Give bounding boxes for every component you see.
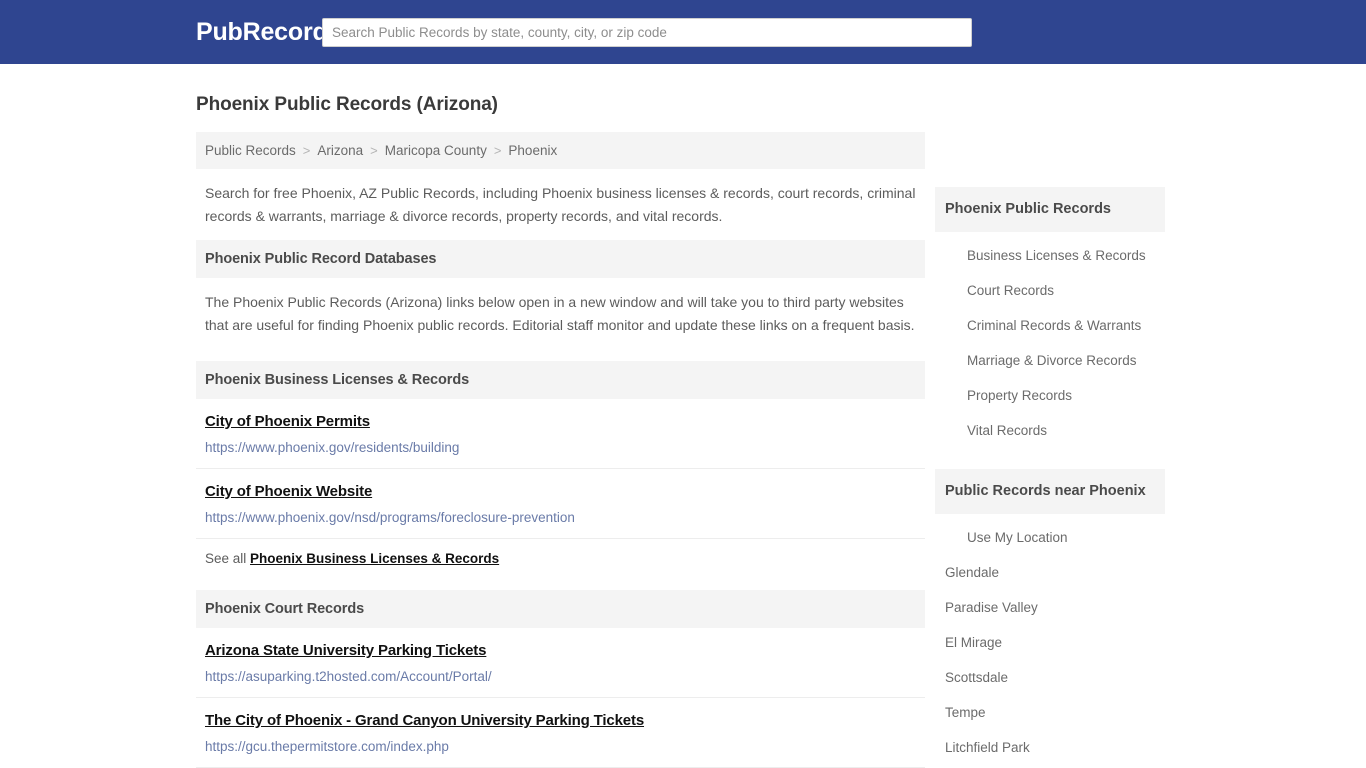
panel-list: Business Licenses & Records Court Record…	[935, 232, 1165, 448]
sidebar-item-vital-records[interactable]: Vital Records	[935, 413, 1165, 448]
breadcrumb-item-arizona[interactable]: Arizona	[317, 143, 363, 158]
site-logo[interactable]: PubRecord.org	[0, 18, 374, 47]
page-body: Phoenix Public Records (Arizona) Public …	[0, 64, 1366, 768]
entry-title-link[interactable]: The City of Phoenix - Grand Canyon Unive…	[205, 712, 644, 729]
link-entry: City of Phoenix Website https://www.phoe…	[196, 469, 925, 539]
panel-list: Use My Location Glendale Paradise Valley…	[935, 514, 1165, 768]
site-header: PubRecord.org	[0, 0, 1366, 64]
sidebar-panel-public-records-near-phoenix: Public Records near Phoenix Use My Locat…	[935, 469, 1165, 768]
databases-heading: Phoenix Public Record Databases	[196, 240, 925, 279]
sidebar-item-paradise-valley[interactable]: Paradise Valley	[935, 590, 1165, 625]
intro-paragraph: Search for free Phoenix, AZ Public Recor…	[205, 185, 916, 224]
search-input[interactable]	[322, 17, 972, 47]
link-entry: The City of Phoenix - Grand Canyon Unive…	[196, 698, 925, 768]
sidebar-item-el-mirage[interactable]: El Mirage	[935, 625, 1165, 660]
breadcrumb-separator: >	[370, 143, 378, 158]
sidebar-item-court-records[interactable]: Court Records	[935, 273, 1165, 308]
entry-url-link[interactable]: https://www.phoenix.gov/nsd/programs/for…	[205, 510, 916, 525]
main-column: Phoenix Public Records (Arizona) Public …	[196, 64, 925, 768]
entry-title-link[interactable]: City of Phoenix Website	[205, 483, 372, 500]
databases-paragraph: The Phoenix Public Records (Arizona) lin…	[205, 294, 915, 334]
panel-heading: Phoenix Public Records	[935, 187, 1165, 233]
see-all-prefix: See all	[205, 550, 247, 566]
breadcrumb-item-phoenix: Phoenix	[508, 143, 558, 158]
sidebar-item-use-my-location[interactable]: Use My Location	[935, 520, 1165, 555]
section-court-records: Phoenix Court Records Arizona State Univ…	[196, 589, 925, 768]
sidebar-item-litchfield-park[interactable]: Litchfield Park	[935, 730, 1165, 765]
sidebar-item-business-licenses[interactable]: Business Licenses & Records	[935, 238, 1165, 273]
entry-title-link[interactable]: City of Phoenix Permits	[205, 413, 370, 430]
section-business-licenses: Phoenix Business Licenses & Records City…	[196, 360, 925, 579]
link-entry: Arizona State University Parking Tickets…	[196, 628, 925, 698]
breadcrumb-separator: >	[493, 143, 502, 158]
section-heading: Phoenix Court Records	[196, 589, 925, 628]
entry-url-link[interactable]: https://asuparking.t2hosted.com/Account/…	[205, 669, 916, 684]
breadcrumb-separator: >	[302, 143, 311, 158]
panel-heading: Public Records near Phoenix	[935, 469, 1165, 515]
sidebar-item-marriage-divorce-records[interactable]: Marriage & Divorce Records	[935, 343, 1165, 378]
sidebar-item-glendale[interactable]: Glendale	[935, 555, 1165, 590]
entry-url-link[interactable]: https://gcu.thepermitstore.com/index.php	[205, 739, 916, 754]
breadcrumb-item-maricopa-county[interactable]: Maricopa County	[385, 143, 487, 158]
see-all-link[interactable]: Phoenix Business Licenses & Records	[250, 551, 499, 566]
sidebar-item-criminal-records[interactable]: Criminal Records & Warrants	[935, 308, 1165, 343]
see-all-row: See all Phoenix Business Licenses & Reco…	[196, 539, 925, 579]
page-title: Phoenix Public Records (Arizona)	[196, 94, 498, 115]
breadcrumb: Public Records > Arizona > Maricopa Coun…	[196, 132, 925, 169]
sidebar: Phoenix Public Records Business Licenses…	[935, 64, 1165, 768]
sidebar-item-scottsdale[interactable]: Scottsdale	[935, 660, 1165, 695]
search-bar	[322, 17, 972, 47]
sidebar-item-tempe[interactable]: Tempe	[935, 695, 1165, 730]
sidebar-panel-phoenix-public-records: Phoenix Public Records Business Licenses…	[935, 187, 1165, 448]
link-entry: City of Phoenix Permits https://www.phoe…	[196, 399, 925, 469]
entry-url-link[interactable]: https://www.phoenix.gov/residents/buildi…	[205, 440, 916, 455]
breadcrumb-item-public-records[interactable]: Public Records	[205, 143, 296, 158]
entry-title-link[interactable]: Arizona State University Parking Tickets	[205, 642, 486, 659]
section-heading: Phoenix Business Licenses & Records	[196, 360, 925, 399]
sidebar-item-property-records[interactable]: Property Records	[935, 378, 1165, 413]
